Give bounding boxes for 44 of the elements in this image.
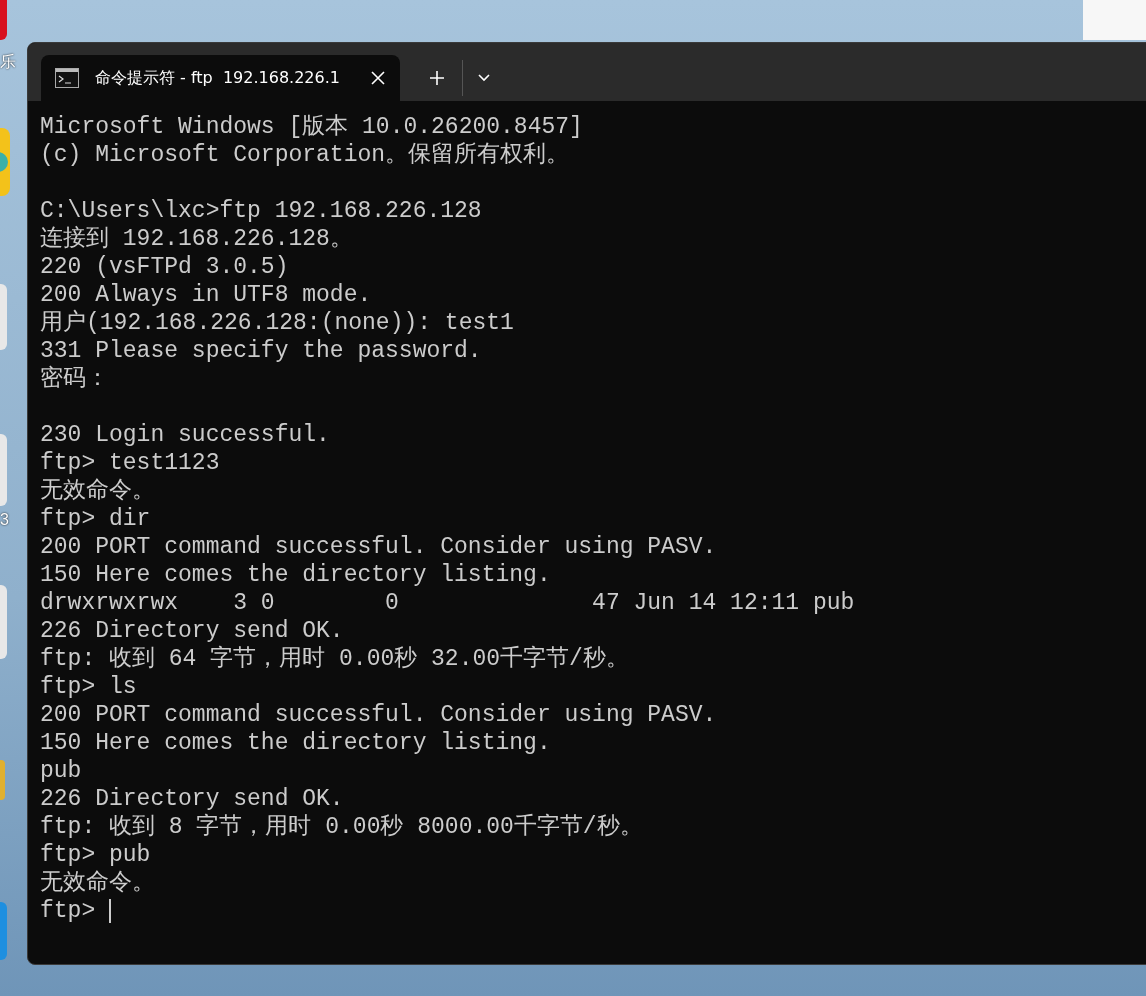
tab-title: 命令提示符 - ftp 192.168.226.1: [95, 67, 341, 89]
terminal-line: 331 Please specify the password.: [40, 337, 482, 365]
text-cursor: [109, 899, 111, 923]
terminal-line: 无效命令。: [40, 869, 155, 897]
app-icon[interactable]: [0, 128, 10, 196]
terminal-line: ftp> pub: [40, 841, 151, 869]
terminal-line: 200 PORT command successful. Consider using PASV.: [40, 701, 717, 729]
desktop-icon-label: 乐: [0, 52, 16, 72]
terminal-line: 150 Here comes the directory listing.: [40, 561, 551, 589]
terminal-line: 150 Here comes the directory listing.: [40, 729, 551, 757]
terminal-line: 200 PORT command successful. Consider using PASV.: [40, 533, 717, 561]
terminal-line: drwxrwxrwx 3 0 0 47 Jun 14 12:11 pub: [40, 589, 855, 617]
terminal-tab[interactable]: 命令提示符 - ftp 192.168.226.1: [41, 55, 400, 101]
terminal-line: ftp> dir: [40, 505, 151, 533]
terminal-line: C:\Users\lxc>ftp 192.168.226.128: [40, 197, 482, 225]
terminal-line: 用户(192.168.226.128:(none)): test1: [40, 309, 514, 337]
app-icon[interactable]: [0, 760, 5, 800]
terminal-line: 226 Directory send OK.: [40, 617, 344, 645]
terminal-line: 密码：: [40, 365, 109, 393]
app-icon[interactable]: [0, 0, 7, 40]
terminal-line: 无效命令。: [40, 477, 155, 505]
terminal-line: (c) Microsoft Corporation。保留所有权利。: [40, 141, 570, 169]
terminal-line: ftp: 收到 8 字节，用时 0.00秒 8000.00千字节/秒。: [40, 813, 643, 841]
close-icon: [370, 70, 386, 86]
terminal-line: pub: [40, 757, 82, 785]
app-icon[interactable]: [0, 902, 7, 960]
terminal-line: 230 Login successful.: [40, 421, 330, 449]
app-icon[interactable]: [0, 434, 7, 506]
terminal-icon: [55, 68, 79, 88]
app-icon[interactable]: [0, 284, 7, 350]
desktop-icon-label: 3: [0, 510, 9, 530]
app-icon[interactable]: [0, 585, 7, 659]
prompt-line: ftp>: [40, 897, 97, 925]
background-window: [1083, 0, 1146, 40]
plus-icon: [429, 70, 445, 86]
terminal-line: 220 (vsFTPd 3.0.5): [40, 253, 289, 281]
terminal-line: Microsoft Windows [版本 10.0.26200.8457]: [40, 113, 583, 141]
terminal-line: 连接到 192.168.226.128。: [40, 225, 353, 253]
terminal-line: 226 Directory send OK.: [40, 785, 344, 813]
terminal-line: 200 Always in UTF8 mode.: [40, 281, 372, 309]
caret-icon: [477, 73, 491, 83]
terminal-line: ftp> ls: [40, 673, 137, 701]
terminal-line: ftp: 收到 64 字节，用时 0.00秒 32.00千字节/秒。: [40, 645, 629, 673]
terminal-line: ftp> test1123: [40, 449, 220, 477]
